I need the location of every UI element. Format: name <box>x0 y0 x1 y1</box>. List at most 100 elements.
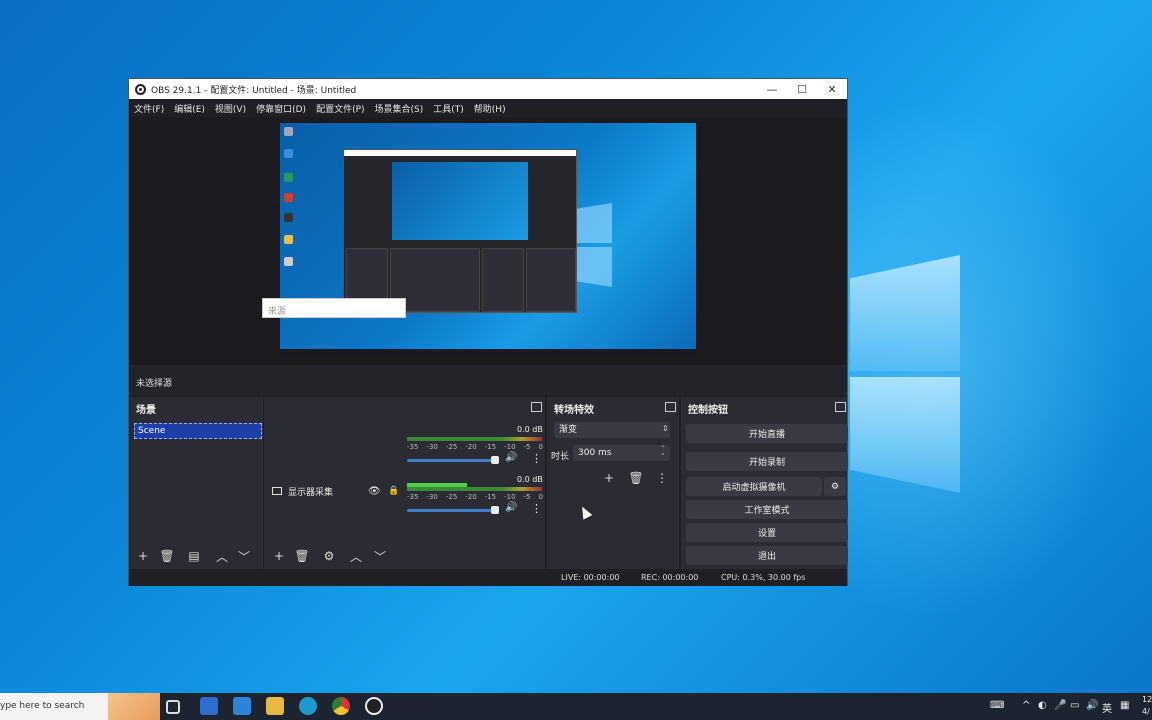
track1-volume-slider[interactable] <box>407 459 497 462</box>
maximize-button[interactable]: ☐ <box>787 79 817 99</box>
duration-spinner-icon[interactable]: ˄ ˅ <box>661 445 665 461</box>
mail-icon[interactable] <box>233 697 251 715</box>
start-virtual-camera-button[interactable]: 启动虚拟摄像机 <box>686 477 822 496</box>
source-filter-popup[interactable]: 来源 <box>262 298 406 318</box>
volume-icon[interactable]: 🔊 <box>1086 700 1098 711</box>
search-highlight-image <box>108 693 160 720</box>
desktop-icon <box>284 193 293 202</box>
rec-status: REC: 00:00:00 <box>641 573 699 582</box>
remove-scene-icon[interactable]: 🗑 <box>158 547 176 565</box>
remove-transition-icon[interactable]: 🗑 <box>627 469 645 487</box>
menu-bar: 文件(F) 编辑(E) 视图(V) 停靠窗口(D) 配置文件(P) 场景集合(S… <box>129 99 847 117</box>
track1-volume-knob[interactable] <box>491 456 499 464</box>
tick: -10 <box>504 493 516 501</box>
move-up-icon[interactable]: ︿ <box>213 547 231 565</box>
duration-field[interactable]: 300 ms <box>573 445 670 461</box>
mic-icon[interactable]: 🎤 <box>1054 700 1066 711</box>
exit-button[interactable]: 退出 <box>686 546 848 565</box>
controls-header: 控制按钮 <box>688 404 728 416</box>
source-up-icon[interactable]: ︿ <box>347 547 365 565</box>
add-source-icon[interactable]: + <box>270 547 288 565</box>
desktop-icon <box>284 127 293 136</box>
tick: -20 <box>465 443 477 451</box>
remove-source-icon[interactable]: 🗑 <box>293 547 311 565</box>
menu-docks[interactable]: 停靠窗口(D) <box>256 102 306 115</box>
track2-volume-slider[interactable] <box>407 509 497 512</box>
obs-taskbar-icon[interactable] <box>365 697 383 715</box>
tick: 0 <box>538 443 543 451</box>
tick: -15 <box>484 443 497 451</box>
start-streaming-button[interactable]: 开始直播 <box>686 424 848 443</box>
menu-file[interactable]: 文件(F) <box>134 102 164 115</box>
select-arrows-icon[interactable]: ⇕ <box>662 424 669 433</box>
lock-icon[interactable]: 🔒 <box>388 486 399 496</box>
keyboard-icon[interactable]: ⌨ <box>990 700 1004 711</box>
visibility-eye-icon[interactable]: 👁 <box>368 486 381 497</box>
source-down-icon[interactable]: ﹀ <box>371 547 389 565</box>
file-explorer-icon[interactable] <box>266 697 284 715</box>
store-icon[interactable] <box>200 697 218 715</box>
tick: -10 <box>504 443 516 451</box>
clock-time[interactable]: 12 <box>1142 695 1152 704</box>
duration-label: 时长 <box>551 452 570 462</box>
close-button[interactable]: ✕ <box>817 79 847 99</box>
preview-taskbar <box>280 349 696 357</box>
track1-ticks: -35 -30 -25 -20 -15 -10 -5 0 <box>407 443 543 451</box>
no-source-label: 未选择源 <box>136 379 173 389</box>
tick: -25 <box>445 443 458 451</box>
menu-scene-collection[interactable]: 场景集合(S) <box>375 102 424 115</box>
add-scene-icon[interactable]: + <box>134 547 152 565</box>
track2-volume-knob[interactable] <box>491 506 499 514</box>
menu-edit[interactable]: 编辑(E) <box>174 102 205 115</box>
speaker-icon[interactable]: 🔊 <box>505 452 517 463</box>
start-recording-button[interactable]: 开始录制 <box>686 452 848 471</box>
dock-float-icon[interactable] <box>665 402 676 412</box>
transition-more-icon[interactable]: ⋮ <box>653 469 671 487</box>
preview-area <box>129 117 847 365</box>
network-icon[interactable]: ◐ <box>1038 700 1047 711</box>
scene-item[interactable]: Scene <box>134 423 262 439</box>
obs-logo-icon <box>135 83 146 95</box>
transitions-dock: 转场特效 渐变 ⇕ 时长 300 ms ˄ ˅ + 🗑 ⋮ <box>547 397 679 569</box>
source-properties-gear-icon[interactable]: ⚙ <box>320 547 338 565</box>
clock-date[interactable]: 4/ <box>1142 707 1150 716</box>
tick: -5 <box>523 443 531 451</box>
track1-meter <box>407 437 542 441</box>
tick: -20 <box>465 493 477 501</box>
source-item[interactable]: 显示器采集 👁 🔒 <box>272 484 400 498</box>
nested-preview <box>392 162 528 240</box>
monitor-icon <box>272 487 282 495</box>
chrome-icon[interactable] <box>332 697 350 715</box>
dock-float-icon[interactable] <box>531 402 542 412</box>
ime-icon[interactable]: ▦ <box>1120 700 1129 711</box>
menu-help[interactable]: 帮助(H) <box>474 102 506 115</box>
add-transition-icon[interactable]: + <box>600 469 618 487</box>
speaker-icon[interactable]: 🔊 <box>505 502 517 513</box>
studio-mode-button[interactable]: 工作室模式 <box>686 500 848 519</box>
track1-db: 0.0 dB <box>517 425 543 434</box>
dock-float-icon[interactable] <box>835 402 846 412</box>
task-view-icon[interactable] <box>166 700 180 714</box>
move-down-icon[interactable]: ﹀ <box>235 547 253 565</box>
tick: -5 <box>523 493 531 501</box>
menu-tools[interactable]: 工具(T) <box>433 102 464 115</box>
tick: -35 <box>407 443 419 451</box>
settings-button[interactable]: 设置 <box>686 523 848 542</box>
tray-chevron-icon[interactable]: ^ <box>1022 700 1030 711</box>
desktop-icon <box>284 149 293 158</box>
taskbar-search-box[interactable]: ype here to search <box>0 693 160 720</box>
program-preview[interactable] <box>280 123 696 357</box>
edge-icon[interactable] <box>299 697 317 715</box>
transition-select[interactable]: 渐变 <box>554 422 670 438</box>
monitor-tray-icon[interactable]: ▭ <box>1070 700 1079 711</box>
more-vertical-icon[interactable]: ⋮ <box>531 502 542 515</box>
minimize-button[interactable]: — <box>757 79 787 99</box>
menu-view[interactable]: 视图(V) <box>215 102 246 115</box>
virtual-camera-gear-icon[interactable]: ⚙ <box>824 477 846 496</box>
scene-filters-icon[interactable]: ▤ <box>185 547 203 565</box>
input-language[interactable]: 英 <box>1102 700 1112 715</box>
controls-dock: 控制按钮 开始直播 开始录制 启动虚拟摄像机 ⚙ 工作室模式 设置 退出 <box>681 397 848 569</box>
track2-ticks: -35 -30 -25 -20 -15 -10 -5 0 <box>407 493 543 501</box>
menu-profile[interactable]: 配置文件(P) <box>316 102 364 115</box>
more-vertical-icon[interactable]: ⋮ <box>531 452 542 465</box>
